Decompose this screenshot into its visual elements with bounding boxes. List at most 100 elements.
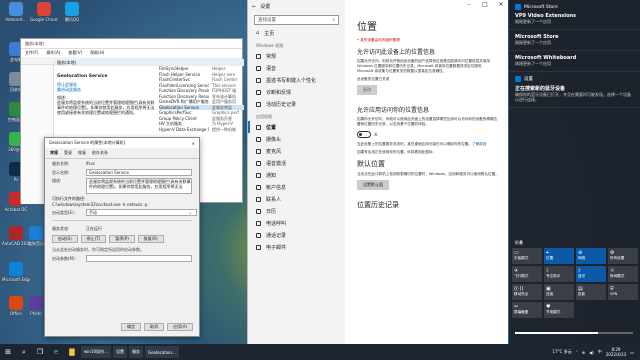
sidebar-item[interactable]: 通知: [248, 169, 345, 181]
desktop-icon[interactable]: 腾讯QQ: [58, 2, 86, 22]
quick-action-tile[interactable]: ☼ 夜间模式: [608, 266, 638, 282]
table-row[interactable]: Hyper-V Data Exchange Service提供一种机制: [159, 127, 244, 133]
sidebar-item[interactable]: 日历: [248, 205, 345, 217]
notification[interactable]: Microsoft Store VP9 Video Extensions 刚刚更新了…: [509, 0, 640, 30]
quick-action-tile[interactable]: ▣ 连接: [544, 284, 574, 300]
app-icon: [65, 2, 79, 16]
dialog-button[interactable]: 取消: [144, 323, 165, 331]
taskbar-app[interactable]: win10如何…: [81, 346, 112, 358]
sidebar-item[interactable]: 摄像头: [248, 133, 345, 145]
maximize-icon[interactable]: □: [477, 0, 493, 10]
service-control-button[interactable]: 暂停(P): [109, 235, 135, 243]
desktop-icon[interactable]: Administ...: [2, 2, 30, 22]
sidebar-item[interactable]: 位置: [248, 121, 345, 133]
sidebar-item[interactable]: 活动历史记录: [248, 98, 345, 110]
sidebar-item[interactable]: 常规: [248, 50, 345, 62]
notification[interactable]: Microsoft Whiteboard 刚刚更新了一个应用: [509, 51, 640, 72]
notification[interactable]: Microsoft Store 刚刚更新了一个应用: [509, 30, 640, 51]
quick-action-tile[interactable]: ⊕ 网络: [576, 248, 606, 264]
nav-home[interactable]: ⌂ 主页: [248, 27, 345, 39]
quick-action-tile[interactable]: ♥ 节电模式: [544, 302, 574, 318]
collapse-link[interactable]: 折叠: [515, 240, 523, 246]
location-toggle[interactable]: [357, 131, 371, 138]
page-title: 位置: [357, 22, 377, 33]
close-icon[interactable]: ✕: [493, 0, 509, 10]
sidebar-item[interactable]: 语音激活: [248, 157, 345, 169]
service-desc-cell: 提供一种机制: [212, 126, 236, 132]
taskbar-app[interactable]: Geolocation…: [145, 346, 179, 358]
quick-action-tile[interactable]: ⌖ 位置: [544, 248, 574, 264]
startup-type-select[interactable]: 手动: [86, 209, 197, 216]
menu-item[interactable]: 操作(A): [46, 50, 60, 56]
quick-action-tile[interactable]: ⛨ VPN: [608, 284, 638, 300]
task-view-icon[interactable]: ❐: [33, 345, 47, 359]
services-list[interactable]: FileSyncHelper Helper Flash Helper Service…: [159, 66, 244, 132]
desktop-icon[interactable]: Google Chrome: [30, 2, 58, 22]
quick-action-tile[interactable]: ☾ 专注助手: [544, 266, 574, 282]
tray-arrow-icon[interactable]: ˄: [576, 350, 578, 355]
start-params-field[interactable]: [86, 255, 192, 262]
edge-icon[interactable]: e: [49, 345, 63, 359]
tab-0[interactable]: 常规: [50, 150, 58, 156]
service-control-button[interactable]: 停止(T): [80, 235, 107, 243]
quick-action-tile[interactable]: ✈ 飞行模式: [512, 266, 542, 282]
description-field[interactable]: 此服务将监视系统的当前位置并管理地理围栏(具有关联事件的地理位置)。如果你禁用此…: [86, 178, 192, 194]
start-icon[interactable]: ⊞: [1, 345, 15, 359]
quick-action-tile[interactable]: ((·)) 移动热点: [512, 284, 542, 300]
service-control-button[interactable]: 恢复(R): [137, 235, 164, 243]
volume-icon[interactable]: ◀): [589, 350, 594, 355]
back-icon[interactable]: ←: [252, 4, 256, 10]
explorer-icon[interactable]: ▇: [65, 345, 79, 359]
sidebar-item[interactable]: 电话呼叫: [248, 217, 345, 229]
notification[interactable]: 设置 正在搜索新的蓝牙设备 确保你的蓝牙设备已打开，并且在需要时可被发现。选择一个设…: [509, 72, 640, 108]
properties-dialog[interactable]: Geolocation Service 的属性(本地计算机) ✕ 常规 登录 恢复 依存…: [44, 137, 200, 337]
set-default-button[interactable]: 设置默认值: [357, 180, 389, 190]
change-button[interactable]: 更改: [357, 85, 377, 95]
sidebar-item[interactable]: 诊断和反馈: [248, 86, 345, 98]
service-control-button[interactable]: 启动(S): [52, 235, 78, 243]
sidebar-item[interactable]: 麦克风: [248, 145, 345, 157]
clock[interactable]: 8:29 2022/4/23: [606, 347, 627, 357]
nav-icon: [256, 232, 261, 238]
restart-service-link[interactable]: 重启动此服务: [57, 87, 156, 92]
app-icon: [9, 296, 23, 310]
tab-3[interactable]: 依存关系: [92, 150, 108, 156]
menu-item[interactable]: 文件(F): [25, 50, 38, 56]
app-location-heading: 允许应用访问你的位置信息: [357, 107, 430, 114]
dialog-button[interactable]: 应用(A): [167, 323, 193, 331]
ime-indicator[interactable]: 中: [598, 349, 602, 355]
settings-window[interactable]: ← 设置 查找设置 ⌕ ⌂ 主页 Windows 权限 常规 语音 墨迹书写和键入个性化诊…: [247, 0, 508, 344]
desktop-icon[interactable]: Microsoft Edge: [2, 262, 30, 282]
minimize-icon[interactable]: –: [461, 0, 477, 10]
dialog-button[interactable]: 确定: [121, 323, 142, 331]
quick-action-tile[interactable]: ✂ 屏幕截图: [512, 302, 542, 318]
network-icon[interactable]: ⊕: [582, 350, 585, 355]
display-name-field[interactable]: Geolocation Service: [86, 169, 192, 176]
taskbar-app[interactable]: 设置: [113, 346, 128, 358]
service-name-label: 服务名称:: [52, 160, 70, 166]
sidebar-item[interactable]: 墨迹书写和键入个性化: [248, 74, 345, 86]
sidebar-item[interactable]: 帐户信息: [248, 181, 345, 193]
sidebar-item[interactable]: 通话记录: [248, 229, 345, 241]
chevron-down-icon[interactable]: ⌄: [189, 210, 192, 215]
sidebar-item[interactable]: 联系人: [248, 193, 345, 205]
menu-item[interactable]: 帮助(H): [90, 50, 104, 56]
search-icon[interactable]: ⌕: [17, 345, 31, 359]
weather-text[interactable]: 17°C 多云: [553, 349, 572, 355]
notification-icon[interactable]: ▭: [630, 350, 634, 355]
menu-item[interactable]: 查看(V): [68, 50, 82, 56]
close-icon[interactable]: ✕: [192, 141, 199, 146]
tab-2[interactable]: 恢复: [78, 150, 86, 156]
sidebar-item[interactable]: 电子邮件: [248, 241, 345, 253]
brightness-slider[interactable]: [515, 332, 633, 334]
sidebar-item[interactable]: 语音: [248, 62, 345, 74]
quick-action-tile[interactable]: ᛒ 蓝牙: [576, 266, 606, 282]
search-input[interactable]: 查找设置 ⌕: [254, 15, 339, 25]
tab-1[interactable]: 登录: [64, 150, 72, 156]
learn-why-link[interactable]: 了解原因: [472, 142, 486, 146]
quick-action-tile[interactable]: ▤ 投影: [576, 284, 606, 300]
quick-action-tile[interactable]: ⚙ 所有设置: [608, 248, 638, 264]
quick-action-tile[interactable]: ▭ 平板模式: [512, 248, 542, 264]
tile-label: 蓝牙: [578, 274, 586, 278]
taskbar-app[interactable]: 服务: [129, 346, 144, 358]
